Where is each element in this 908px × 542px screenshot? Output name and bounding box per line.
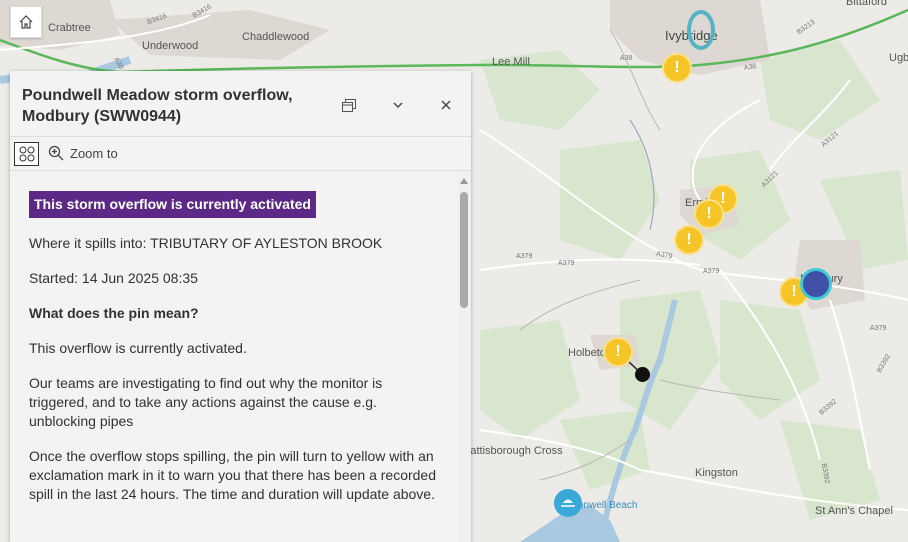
chevron-down-icon: [393, 102, 403, 108]
investigating-text: Our teams are investigating to find out …: [29, 375, 383, 429]
spills-into-text: Where it spills into: TRIBUTARY OF AYLES…: [29, 235, 383, 251]
popup-title: Poundwell Meadow storm overflow, Modbury…: [22, 87, 293, 125]
overflow-point-marker[interactable]: [635, 367, 650, 382]
place-label: Bittaford: [846, 0, 887, 8]
popup-content: This storm overflow is currently activat…: [10, 172, 457, 542]
road-label: A379: [870, 325, 887, 332]
road-label: A379: [558, 260, 575, 267]
place-label: Battisborough Cross: [463, 445, 563, 457]
place-label: Ugb: [889, 52, 908, 64]
popup-scrollbar[interactable]: [457, 172, 471, 542]
home-icon: [19, 15, 33, 29]
status-badge: This storm overflow is currently activat…: [29, 191, 316, 218]
once-stops-text: Once the overflow stops spilling, the pi…: [29, 448, 436, 502]
popup-action-bar: Zoom to: [10, 137, 471, 171]
home-button[interactable]: [10, 6, 42, 38]
features-button[interactable]: [14, 142, 39, 166]
started-text: Started: 14 Jun 2025 08:35: [29, 270, 198, 286]
dock-button[interactable]: [337, 93, 361, 117]
close-button[interactable]: [434, 93, 458, 117]
beach-icon[interactable]: [554, 489, 582, 517]
road-label: A38: [620, 55, 633, 62]
warning-pin[interactable]: !: [694, 199, 724, 229]
place-label: onwell Beach: [578, 500, 638, 511]
warning-pin[interactable]: !: [603, 337, 633, 367]
place-label: Kingston: [695, 467, 738, 479]
place-label: St Ann's Chapel: [815, 505, 893, 517]
scroll-up-icon[interactable]: [460, 178, 468, 184]
pin-heading: What does the pin mean?: [29, 305, 199, 321]
active-overflow-pin[interactable]: [800, 268, 832, 300]
features-grid-icon: [19, 146, 34, 162]
place-label: Chaddlewood: [242, 31, 310, 43]
scrollbar-thumb[interactable]: [460, 192, 468, 308]
water-quality-ring-icon[interactable]: [687, 10, 715, 50]
zoom-to-button[interactable]: Zoom to: [48, 145, 118, 161]
road-label: A379: [703, 268, 720, 275]
pin-meaning-text: This overflow is currently activated.: [29, 340, 247, 356]
collapse-button[interactable]: [386, 93, 410, 117]
warning-pin[interactable]: !: [674, 225, 704, 255]
warning-pin[interactable]: !: [662, 53, 692, 83]
place-label: Holbeto: [568, 347, 606, 359]
close-icon: [441, 100, 451, 110]
dock-icon: [342, 99, 356, 112]
road-label: A379: [516, 253, 533, 260]
place-label: Underwood: [142, 40, 199, 52]
place-label: Crabtree: [48, 22, 91, 34]
zoom-to-label: Zoom to: [70, 145, 118, 161]
zoom-in-icon: [48, 145, 64, 161]
place-label: Lee Mill: [492, 56, 530, 68]
popup-header: Poundwell Meadow storm overflow, Modbury…: [10, 71, 471, 137]
feature-popup: Poundwell Meadow storm overflow, Modbury…: [10, 71, 471, 542]
